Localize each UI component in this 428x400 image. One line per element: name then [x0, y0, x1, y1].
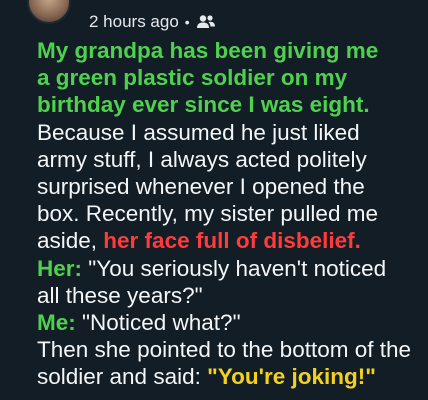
aside-line: aside, her face full of disbelief.: [37, 227, 425, 254]
post-card: 2 hours ago • My grandpa has been giving…: [0, 0, 428, 400]
cut-off-line: soldier and said: "You're joking!": [37, 363, 425, 390]
her-line: Her: "You seriously haven't noticed: [37, 255, 425, 282]
body-line: Because I assumed he just liked: [37, 119, 360, 145]
body-line: army stuff, I always acted politely: [37, 146, 367, 172]
her-quote-end: all these years?": [37, 282, 203, 308]
intro-line: birthday ever since I was eight.: [37, 92, 370, 118]
cut-line-highlight: "You're joking!": [207, 364, 376, 390]
cut-line-prefix: soldier and said:: [37, 364, 208, 390]
meta-separator: •: [184, 14, 190, 30]
her-label: Her:: [37, 255, 83, 281]
post-timestamp[interactable]: 2 hours ago: [89, 11, 179, 33]
friends-icon[interactable]: [196, 14, 216, 30]
post-meta: 2 hours ago •: [89, 11, 216, 33]
closing-line: Then she pointed to the bottom of the: [37, 337, 412, 363]
me-quote: "Noticed what?": [75, 309, 241, 335]
body-line: box. Recently, my sister pulled me: [37, 201, 378, 227]
avatar[interactable]: [27, 0, 71, 24]
her-quote-start: "You seriously haven't noticed: [82, 255, 387, 281]
aside-highlight: her face full of disbelief.: [103, 228, 361, 254]
me-label: Me:: [37, 309, 76, 335]
me-line: Me: "Noticed what?": [37, 309, 425, 336]
body-line: surprised whenever I opened the: [37, 173, 365, 199]
aside-prefix: aside,: [37, 228, 104, 254]
intro-line: My grandpa has been giving me: [37, 38, 379, 63]
post-body: My grandpa has been giving me a green pl…: [37, 37, 425, 390]
intro-line: a green plastic soldier on my: [37, 65, 348, 91]
